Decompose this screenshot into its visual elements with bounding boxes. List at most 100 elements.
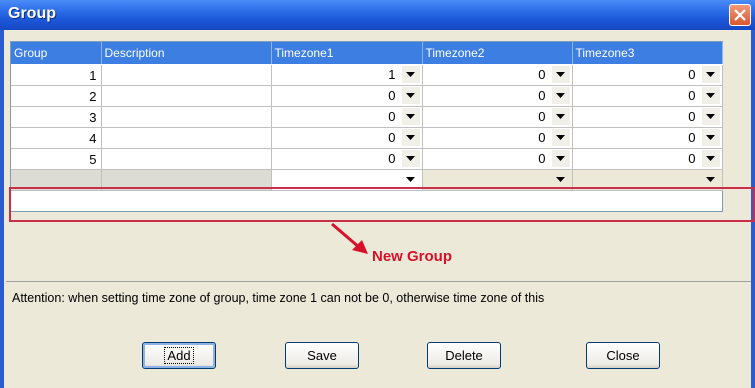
timezone2-value: 0 — [538, 151, 546, 166]
timezone2-value: 0 — [538, 109, 546, 124]
timezone1-select[interactable]: 0 — [271, 148, 423, 170]
timezone1-value: 0 — [388, 151, 396, 166]
column-header-timezone1[interactable]: Timezone1 — [271, 42, 423, 65]
dropdown-button[interactable] — [551, 66, 570, 83]
timezone2-select[interactable]: 0 — [422, 127, 573, 149]
timezone1-value: 0 — [388, 88, 396, 103]
dropdown-arrow-icon — [705, 93, 715, 98]
timezone1-select[interactable]: 0 — [271, 127, 423, 149]
timezone1-value: 0 — [388, 109, 396, 124]
column-header-timezone3[interactable]: Timezone3 — [572, 42, 723, 65]
dropdown-arrow-icon — [405, 72, 415, 77]
table-row: 2000 — [11, 85, 723, 107]
dropdown-button[interactable] — [551, 87, 570, 104]
timezone1-select[interactable]: 1 — [271, 64, 423, 86]
timezone2-value: 0 — [538, 88, 546, 103]
timezone3-value: 0 — [688, 130, 696, 145]
dropdown-button[interactable] — [401, 87, 420, 104]
grid-header-row: Group Description Timezone1 Timezone2 Ti… — [11, 42, 723, 65]
timezone3-value: 0 — [688, 151, 696, 166]
group-cell[interactable]: 5 — [11, 148, 102, 170]
window-title: Group — [8, 5, 56, 22]
column-header-description[interactable]: Description — [101, 42, 272, 65]
description-cell[interactable] — [101, 64, 272, 86]
table-row: 1 1 0 0 — [11, 64, 723, 86]
timezone2-select[interactable]: 0 — [422, 106, 573, 128]
window-border-left — [0, 30, 4, 388]
dropdown-arrow-icon — [705, 177, 715, 182]
group-cell[interactable]: 3 — [11, 106, 102, 128]
table-row: 5 0 0 0 — [11, 148, 723, 170]
arrow-icon — [331, 222, 368, 254]
dropdown-arrow-icon — [405, 93, 415, 98]
dropdown-arrow-icon — [705, 114, 715, 119]
group-cell[interactable]: 4 — [11, 127, 102, 149]
dropdown-arrow-icon — [405, 114, 415, 119]
timezone2-select[interactable]: 0 — [422, 148, 573, 170]
timezone1-value: 0 — [388, 130, 396, 145]
timezone2-select[interactable]: 0 — [422, 64, 573, 86]
dropdown-button[interactable] — [702, 171, 720, 188]
timezone3-value: 0 — [688, 88, 696, 103]
dropdown-button[interactable] — [552, 171, 570, 188]
description-cell[interactable] — [101, 85, 272, 107]
dropdown-button[interactable] — [701, 66, 720, 83]
group-cell[interactable]: 1 — [11, 64, 102, 86]
timezone3-select[interactable]: 0 — [572, 85, 723, 107]
close-button[interactable]: Close — [586, 342, 660, 369]
dropdown-button[interactable] — [701, 150, 720, 167]
group-window: Group Group Description Timezone1 Timezo… — [0, 0, 755, 388]
timezone1-select[interactable]: 0 — [271, 106, 423, 128]
timezone1-select[interactable]: 0 — [271, 85, 423, 107]
dropdown-arrow-icon — [555, 135, 565, 140]
timezone3-value: 0 — [688, 109, 696, 124]
new-group-callout: New Group — [372, 248, 453, 265]
dropdown-button[interactable] — [701, 129, 720, 146]
timezone3-select[interactable]: 0 — [572, 127, 723, 149]
timezone2-value: 0 — [538, 130, 546, 145]
dropdown-button[interactable] — [701, 87, 720, 104]
timezone3-select[interactable]: 0 — [572, 148, 723, 170]
dropdown-button[interactable] — [401, 129, 420, 146]
column-header-group[interactable]: Group — [11, 42, 102, 65]
dropdown-arrow-icon — [555, 156, 565, 161]
timezone2-value: 0 — [538, 67, 546, 82]
dropdown-arrow-icon — [705, 156, 715, 161]
attention-text: Attention: when setting time zone of gro… — [12, 291, 545, 305]
dropdown-arrow-icon — [405, 156, 415, 161]
dropdown-arrow-icon — [555, 93, 565, 98]
timezone1-value: 1 — [388, 67, 396, 82]
title-bar: Group — [0, 0, 755, 30]
dropdown-arrow-icon — [405, 177, 415, 182]
timezone2-select[interactable]: 0 — [422, 85, 573, 107]
dropdown-button[interactable] — [701, 108, 720, 125]
dropdown-button[interactable] — [401, 66, 420, 83]
new-row-highlight — [9, 187, 755, 222]
dropdown-arrow-icon — [705, 72, 715, 77]
dropdown-button[interactable] — [551, 129, 570, 146]
add-button-label: Add — [164, 347, 194, 364]
timezone3-value: 0 — [688, 67, 696, 82]
dropdown-button[interactable] — [402, 171, 420, 188]
table-row: 3 0 0 0 — [11, 106, 723, 128]
column-header-timezone2[interactable]: Timezone2 — [422, 42, 573, 65]
dropdown-button[interactable] — [401, 150, 420, 167]
description-cell[interactable] — [101, 106, 272, 128]
dropdown-arrow-icon — [555, 114, 565, 119]
group-cell[interactable]: 2 — [11, 85, 102, 107]
dropdown-button[interactable] — [551, 108, 570, 125]
save-button[interactable]: Save — [285, 342, 359, 369]
timezone3-select[interactable]: 0 — [572, 106, 723, 128]
description-cell[interactable] — [101, 127, 272, 149]
delete-button[interactable]: Delete — [427, 342, 501, 369]
add-button[interactable]: Add — [142, 342, 216, 369]
dropdown-button[interactable] — [401, 108, 420, 125]
dropdown-arrow-icon — [405, 135, 415, 140]
table-row: 4 0 0 0 — [11, 127, 723, 149]
timezone3-select[interactable]: 0 — [572, 64, 723, 86]
dropdown-arrow-icon — [705, 135, 715, 140]
dropdown-button[interactable] — [551, 150, 570, 167]
close-window-button[interactable] — [729, 4, 751, 26]
description-cell[interactable] — [101, 148, 272, 170]
dropdown-arrow-icon — [555, 177, 565, 182]
